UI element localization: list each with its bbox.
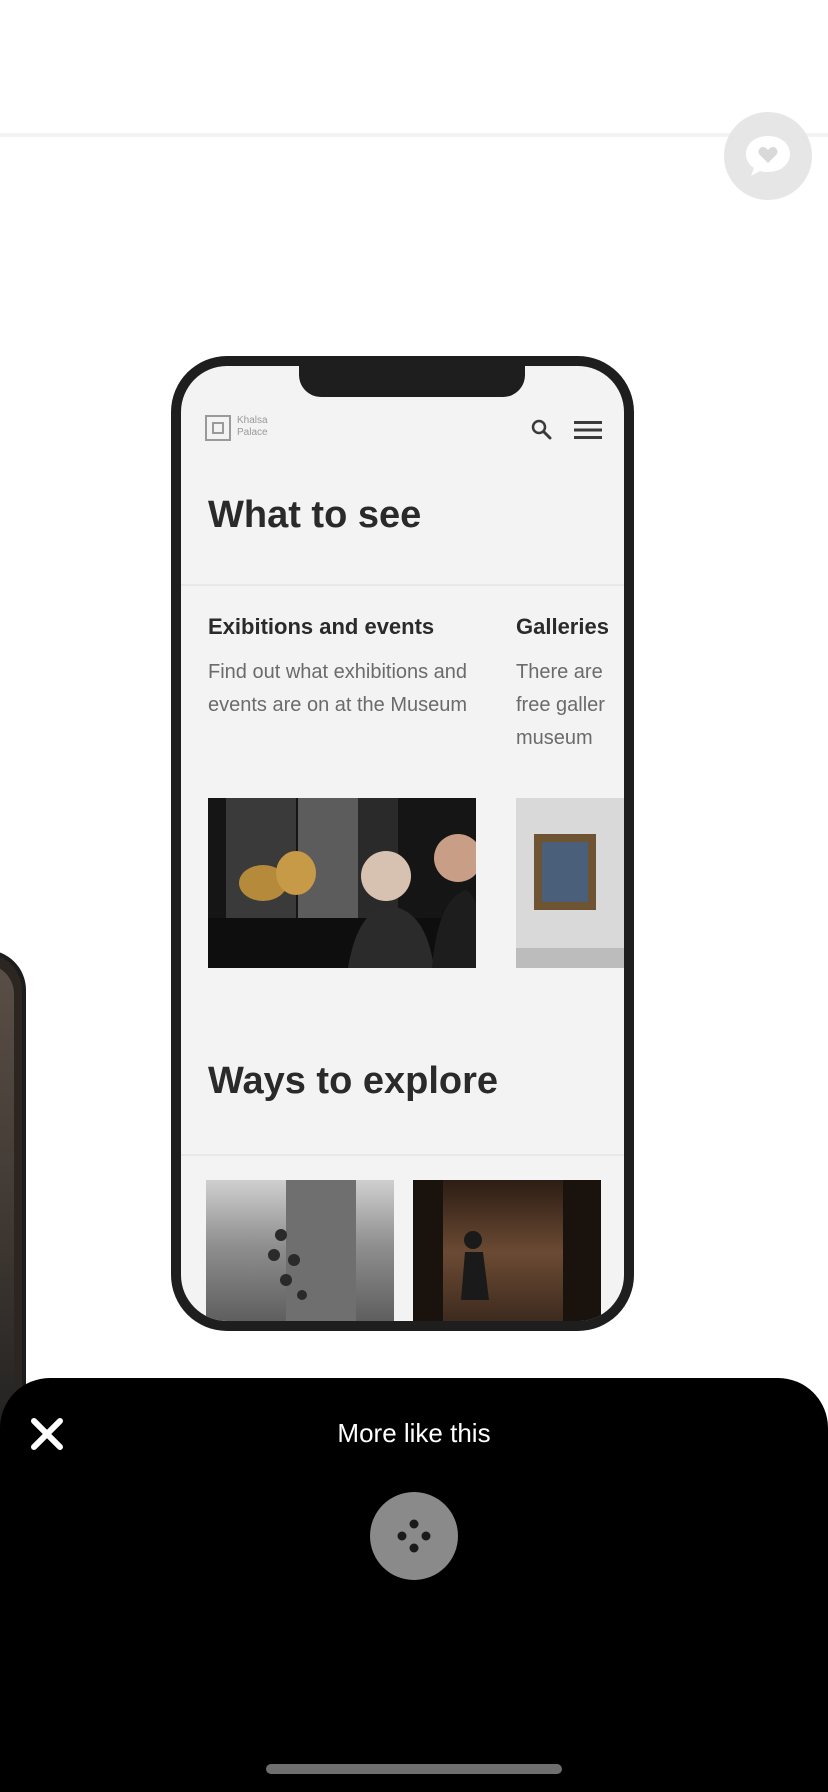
what-to-see-heading: What to see [208, 494, 422, 536]
chat-button[interactable] [724, 112, 812, 200]
exhibition-photo [208, 798, 476, 968]
phone-notch [299, 366, 525, 397]
card-title: Exibitions and events [208, 614, 435, 639]
previous-pin-preview[interactable] [0, 950, 26, 1438]
more-like-this-sheet: More like this [0, 1378, 828, 1792]
exhibition-photo-art [208, 798, 476, 968]
heart-chat-icon [746, 136, 790, 176]
explore-photo [413, 1180, 601, 1321]
museum-logo-icon [205, 415, 231, 441]
card-title: Galleries [516, 614, 609, 639]
card-description: There are free galler museum [516, 661, 605, 749]
home-indicator[interactable] [266, 1764, 562, 1774]
phone-screen: Khalsa Palace What to see Exibitions and… [181, 366, 624, 1321]
ways-to-explore-heading: Ways to explore [208, 1060, 499, 1102]
gallery-photo-art [516, 798, 624, 968]
explore-photo [206, 1180, 394, 1321]
card-description: Find out what exhibitions and events are… [208, 661, 468, 716]
explore-photo-art [268, 1180, 356, 1321]
gallery-photo [516, 798, 624, 968]
previous-pin-image [0, 964, 14, 1434]
divider [181, 584, 624, 586]
more-dots-icon [397, 1519, 431, 1553]
explore-photo-art [413, 1180, 601, 1321]
divider [181, 1154, 624, 1156]
search-icon [531, 419, 552, 440]
more-options-button[interactable] [370, 1492, 458, 1580]
museum-logo-text: Khalsa Palace [237, 415, 268, 438]
sheet-title: More like this [337, 1418, 491, 1448]
top-divider [0, 133, 828, 137]
phone-mockup-image[interactable]: Khalsa Palace What to see Exibitions and… [171, 356, 634, 1331]
hamburger-menu-icon [574, 421, 602, 439]
